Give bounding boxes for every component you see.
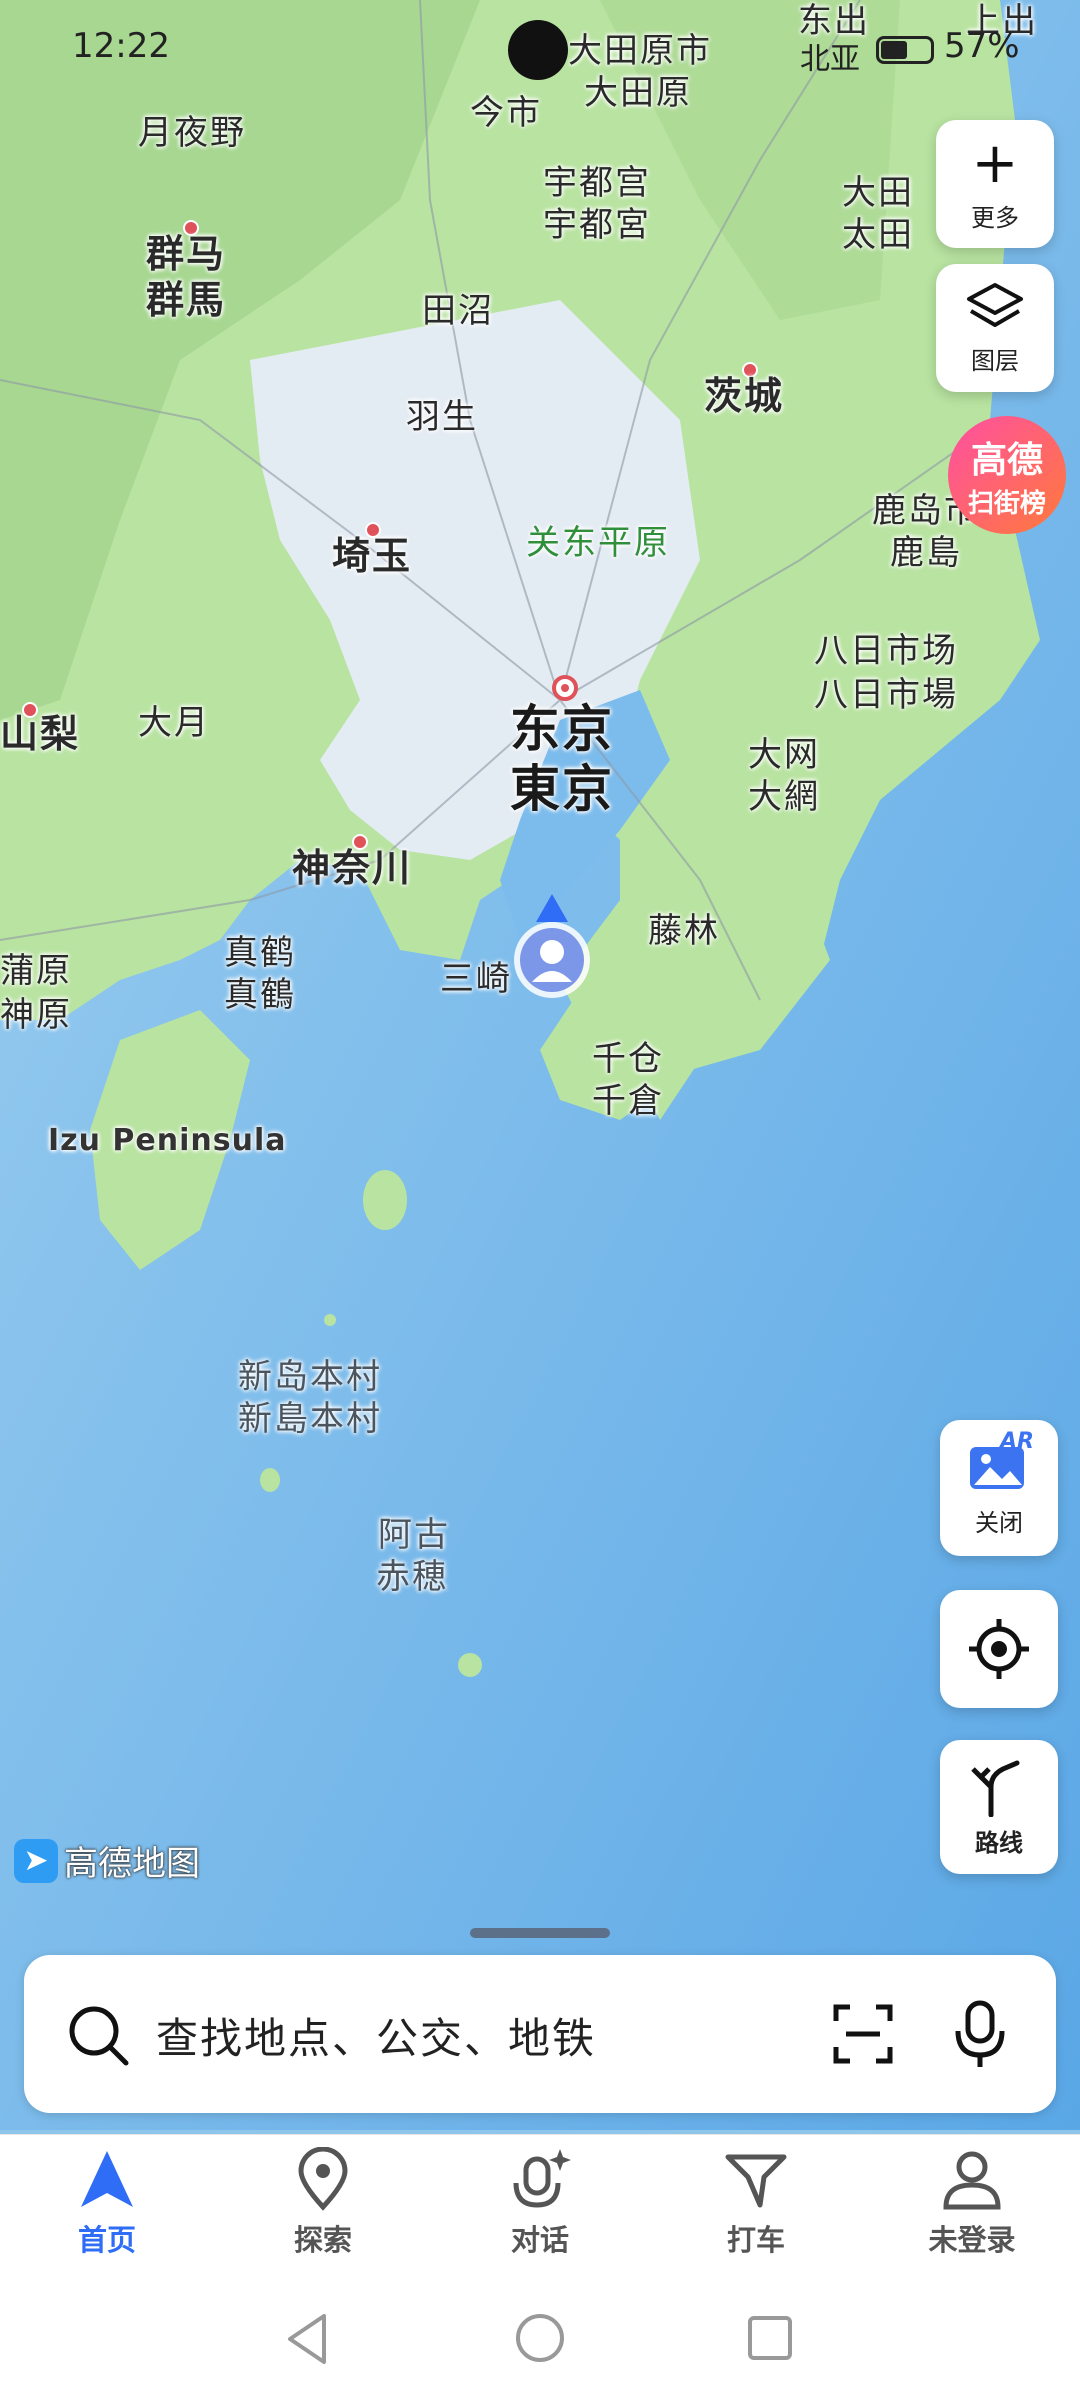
island [260, 1468, 280, 1492]
map-label: 八日市場 [814, 675, 958, 715]
map-label: 藤林 [648, 911, 720, 951]
map-label: 群馬 [146, 278, 227, 322]
bottom-tab-bar: 首页 探索 对话 打车 未登录 [0, 2134, 1080, 2285]
user-icon [943, 2151, 1001, 2210]
battery-icon [876, 36, 934, 64]
map-label: 宇都宫 [543, 163, 651, 203]
ar-close-label: 关闭 [975, 1508, 1023, 1537]
locate-icon [969, 1619, 1029, 1679]
ar-button[interactable]: AR 关闭 [940, 1420, 1058, 1556]
brand-icon: ➤ [14, 1838, 58, 1883]
brand-name: 高德地图 [64, 1844, 200, 1884]
promo-line2: 扫街榜 [967, 488, 1046, 519]
island [324, 1314, 336, 1326]
map-label: 東京 [510, 760, 614, 818]
tab-label: 首页 [77, 2223, 136, 2257]
map-label: 新岛本村 [238, 1357, 382, 1397]
layers-button[interactable]: 图层 [936, 264, 1054, 392]
map-label: 蒲原 [0, 951, 72, 991]
map-label: 阿古 [378, 1515, 450, 1555]
signal-icon: 北亚 [800, 42, 860, 77]
map-label: 埼玉 [332, 534, 413, 578]
route-label: 路线 [975, 1828, 1023, 1857]
map-label: 八日市场 [814, 631, 958, 671]
map-label: 大月 [138, 703, 210, 743]
tab-label: 探索 [293, 2223, 352, 2257]
tab-account[interactable]: 未登录 [902, 2147, 1042, 2259]
recents-icon[interactable] [746, 2314, 794, 2362]
route-button[interactable]: 路线 [940, 1740, 1058, 1874]
tab-taxi[interactable]: 打车 [686, 2147, 826, 2259]
map-label: 月夜野 [138, 113, 246, 153]
tab-label: 对话 [510, 2223, 569, 2257]
home-icon[interactable] [514, 2312, 566, 2364]
map-label: 大網 [748, 777, 820, 817]
island [363, 1170, 407, 1230]
promo-badge[interactable]: 高德 扫街榜 [948, 416, 1066, 534]
scan-icon[interactable] [832, 2003, 894, 2065]
navigation-arrow-icon [81, 2151, 133, 2207]
map-label: 宇都宮 [543, 205, 651, 245]
search-icon [69, 2006, 129, 2066]
map-label: 千仓 [592, 1039, 664, 1079]
map-label: Izu Peninsula [48, 1123, 287, 1158]
status-time: 12:22 [72, 26, 170, 66]
map-label: 田沼 [422, 291, 494, 331]
camera-cutout [508, 20, 568, 80]
layers-icon [967, 282, 1023, 327]
back-icon[interactable] [284, 2312, 332, 2366]
map-label: 赤穂 [376, 1557, 448, 1597]
microphone-icon[interactable] [952, 1999, 1008, 2069]
map-label: 三崎 [440, 959, 512, 999]
tab-explore[interactable]: 探索 [253, 2147, 393, 2259]
map-label: 群马 [146, 232, 227, 276]
locate-button[interactable] [940, 1590, 1058, 1708]
map-label: 真鶴 [224, 975, 296, 1015]
plus-icon: + [971, 130, 1019, 196]
map-label: 神奈川 [292, 846, 413, 890]
map-label: 大田原 [584, 73, 692, 113]
route-fork-icon [971, 1760, 1020, 1817]
search-placeholder[interactable]: 查找地点、公交、地铁 [156, 2005, 596, 2066]
map-label: 今市 [470, 93, 542, 133]
map-label: 大田原市 [568, 31, 712, 71]
taxi-flag-icon [725, 2154, 787, 2208]
map-label: 鹿島 [890, 533, 962, 573]
map-label: 千倉 [592, 1081, 664, 1121]
system-navigation-bar [0, 2284, 1080, 2400]
map-label: 山梨 [0, 712, 81, 756]
location-pin-icon [298, 2147, 348, 2211]
more-label: 更多 [971, 203, 1019, 232]
tab-home[interactable]: 首页 [37, 2147, 177, 2259]
map-label: 东京 [510, 700, 614, 758]
map-label: 关东平原 [526, 523, 670, 563]
map-label: 大田 [842, 173, 914, 213]
map-label: 神原 [0, 995, 72, 1035]
tab-label: 打车 [726, 2223, 785, 2257]
current-location-marker[interactable] [512, 894, 592, 1004]
map-label: 大网 [748, 735, 820, 775]
brand-logo: ➤ 高德地图 [14, 1836, 200, 1885]
microphone-sparkle-icon [513, 2149, 571, 2208]
map-label: 太田 [842, 215, 914, 255]
island [458, 1653, 482, 1677]
map-label: 真鹤 [224, 933, 296, 973]
search-bar[interactable]: 查找地点、公交、地铁 [24, 1955, 1056, 2113]
battery-percent: 57% [944, 26, 1020, 66]
more-button[interactable]: + 更多 [936, 120, 1054, 248]
tab-label: 未登录 [928, 2223, 1016, 2257]
map-label: 茨城 [704, 374, 785, 418]
map-label: 羽生 [406, 397, 478, 437]
tab-chat[interactable]: 对话 [470, 2147, 610, 2259]
promo-line1: 高德 [970, 439, 1043, 481]
layers-label: 图层 [971, 346, 1019, 375]
ar-badge: AR [1000, 1428, 1034, 1454]
sheet-drag-handle[interactable] [470, 1928, 610, 1938]
map-label: 新島本村 [238, 1399, 382, 1439]
